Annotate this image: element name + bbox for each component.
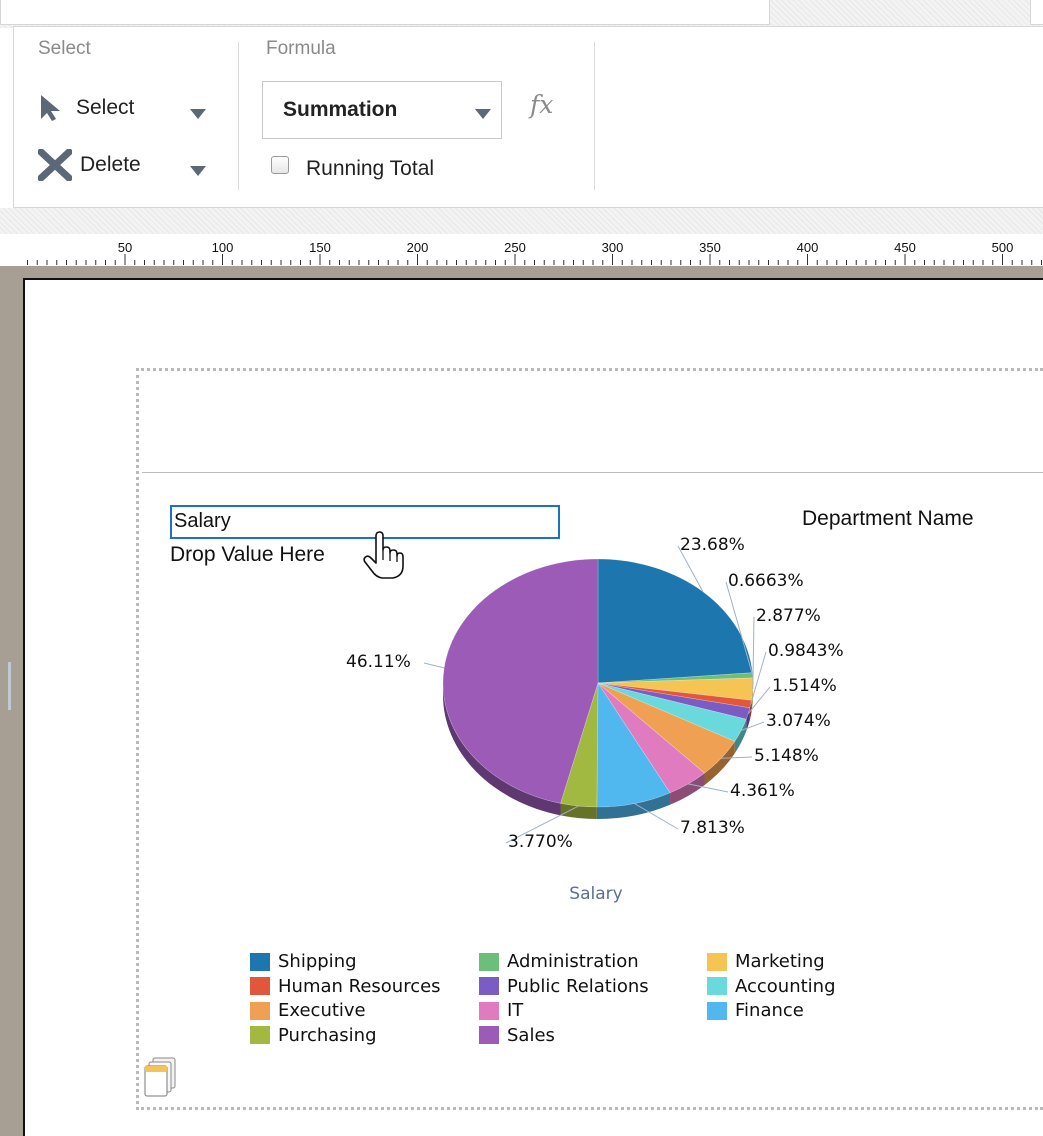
- legend-item: IT: [479, 1000, 523, 1021]
- chart-legend: Shipping Human Resources Executive Purchasi…: [250, 951, 900, 1051]
- legend-item: Purchasing: [250, 1025, 377, 1046]
- legend-swatch: [479, 1026, 499, 1044]
- legend-label: IT: [507, 1000, 524, 1021]
- legend-label: Purchasing: [278, 1024, 377, 1046]
- legend-label: Marketing: [735, 951, 825, 972]
- pie-leader-line: [423, 662, 445, 669]
- hand-cursor-icon: [363, 531, 404, 579]
- legend-label: Executive: [278, 1000, 366, 1021]
- pages-icon[interactable]: [143, 1056, 179, 1098]
- legend-swatch: [707, 952, 727, 971]
- legend-swatch: [479, 1001, 499, 1020]
- pie-value-label: 0.6663%: [728, 571, 804, 591]
- legend-item: Marketing: [707, 951, 825, 972]
- legend-label: Administration: [507, 951, 639, 972]
- pie-value-label: 1.514%: [772, 676, 837, 696]
- legend-item: Administration: [479, 951, 639, 972]
- pie-value-label: 3.074%: [766, 711, 831, 731]
- pie-value-label: 5.148%: [754, 746, 819, 766]
- legend-swatch: [250, 1026, 270, 1044]
- legend-label: Accounting: [735, 975, 836, 997]
- legend-item: Finance: [707, 1000, 804, 1021]
- legend-swatch: [707, 1001, 727, 1020]
- legend-swatch: [479, 952, 499, 971]
- pie-value-label: 23.68%: [680, 535, 745, 555]
- pie-leader-line: [752, 616, 755, 690]
- legend-label: Sales: [507, 1024, 555, 1046]
- pie-value-label: 3.770%: [508, 832, 573, 852]
- legend-swatch: [707, 977, 727, 995]
- legend-label: Finance: [735, 1000, 804, 1021]
- legend-swatch: [479, 977, 499, 995]
- legend-label: Shipping: [278, 951, 357, 972]
- legend-item: Sales: [479, 1025, 555, 1046]
- legend-item: Shipping: [250, 951, 357, 972]
- legend-swatch: [250, 1001, 270, 1020]
- legend-item: Public Relations: [479, 976, 649, 997]
- pie-chart-title: Salary: [569, 884, 623, 904]
- pie-value-label: 7.813%: [680, 818, 745, 838]
- legend-label: Public Relations: [507, 975, 649, 997]
- legend-swatch: [250, 977, 270, 995]
- legend-item: Human Resources: [250, 976, 441, 997]
- legend-label: Human Resources: [278, 975, 441, 997]
- legend-item: Accounting: [707, 976, 836, 997]
- pie-value-label: 0.9843%: [768, 641, 844, 661]
- legend-item: Executive: [250, 1000, 366, 1021]
- legend-swatch: [250, 952, 270, 971]
- pie-value-label: 46.11%: [346, 652, 411, 672]
- pie-value-label: 4.361%: [730, 781, 795, 801]
- pie-value-label: 2.877%: [756, 606, 821, 626]
